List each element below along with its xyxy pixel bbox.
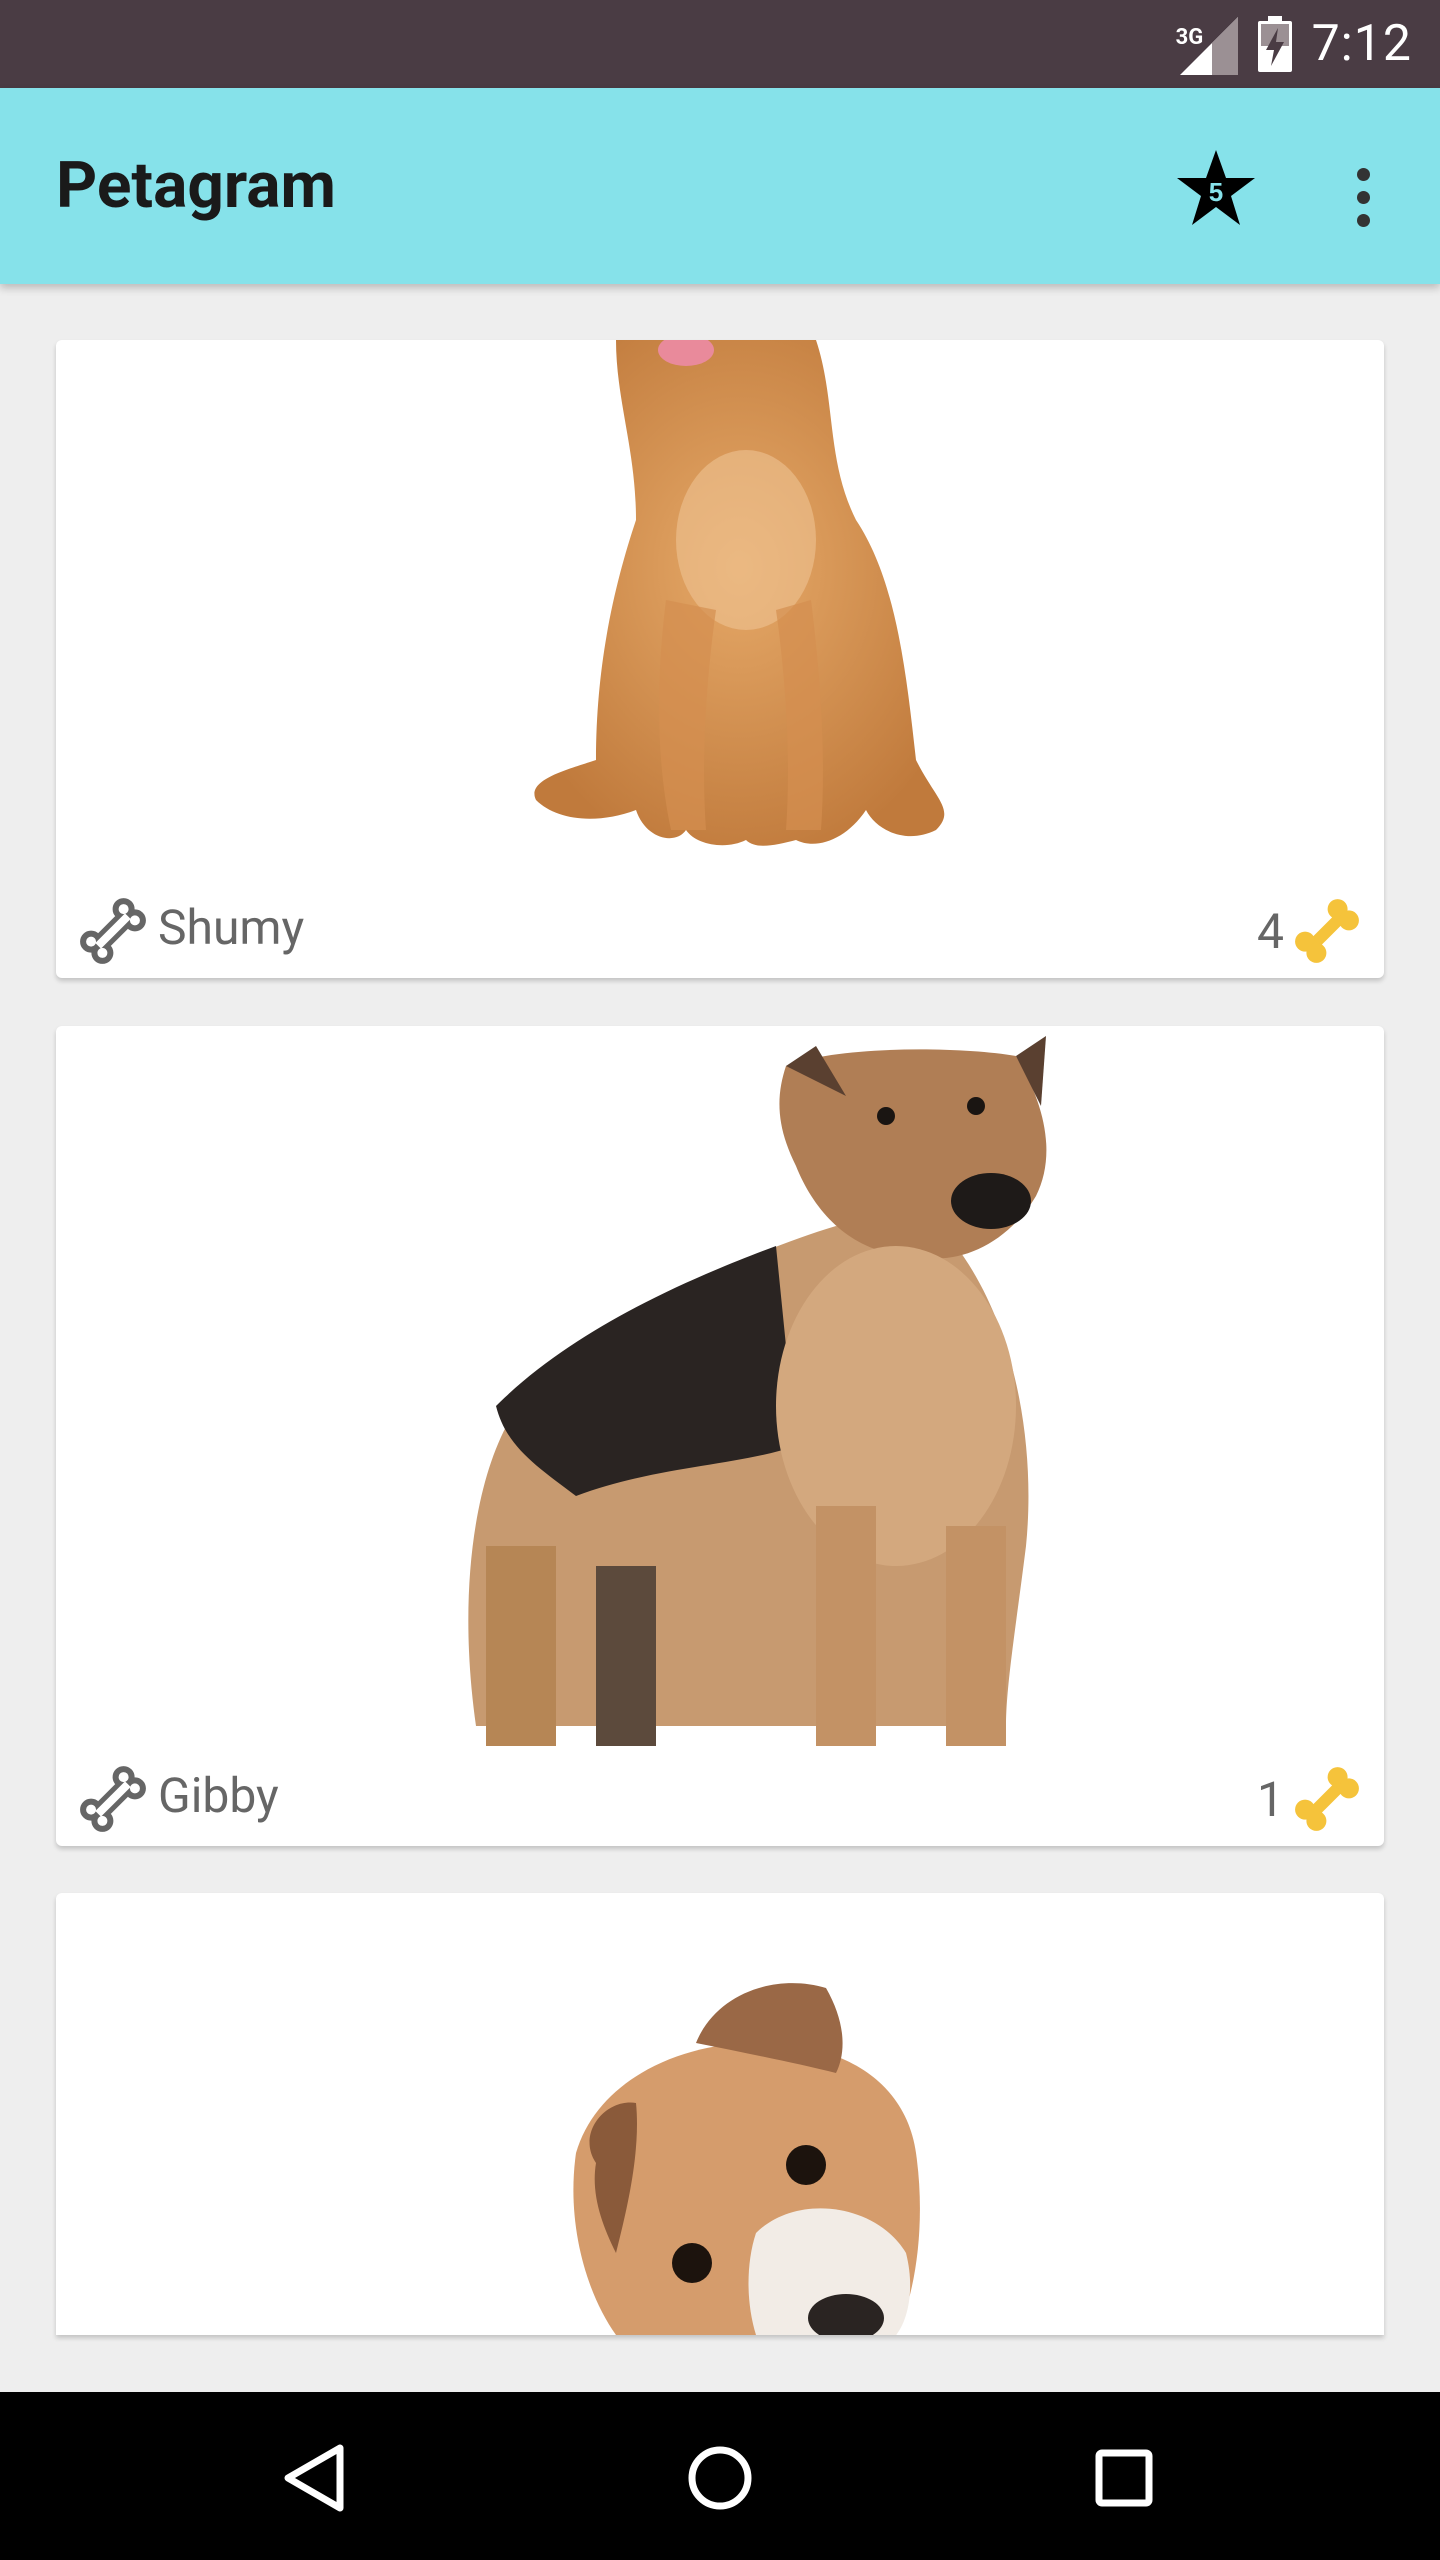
battery-icon xyxy=(1257,16,1292,72)
german-shepherd-photo xyxy=(468,1036,1047,1746)
app-title: Petagram xyxy=(56,148,336,223)
star-icon: 5 xyxy=(1177,150,1255,225)
status-bar: 3G 7:12 xyxy=(0,0,1440,88)
bone-outline-icon[interactable] xyxy=(78,896,148,966)
pet-card[interactable] xyxy=(56,1893,1384,2335)
favorites-button[interactable]: 5 xyxy=(1174,146,1258,230)
favorites-count: 5 xyxy=(1209,177,1223,207)
nav-bar xyxy=(0,2392,1440,2560)
status-icons: 3G 7:12 xyxy=(1176,0,1412,88)
bone-outline-icon[interactable] xyxy=(78,1764,148,1834)
jack-russell-terrier-photo xyxy=(573,1983,920,2335)
like-count: 4 xyxy=(1257,903,1284,960)
bone-gold-icon xyxy=(1295,1767,1359,1831)
pet-name: Shumy xyxy=(158,899,305,956)
pet-card[interactable]: Shumy 4 xyxy=(56,340,1384,978)
bone-gold-icon xyxy=(1295,899,1359,963)
recents-square-icon[interactable] xyxy=(1082,2436,1166,2520)
back-triangle-icon[interactable] xyxy=(274,2436,358,2520)
app-bar: Petagram 5 xyxy=(0,88,1440,284)
card-footer: Shumy 4 xyxy=(56,878,1384,978)
like-count: 1 xyxy=(1257,1771,1284,1828)
pet-name: Gibby xyxy=(158,1767,279,1824)
clock: 7:12 xyxy=(1311,15,1412,73)
home-circle-icon[interactable] xyxy=(678,2436,762,2520)
card-footer: Gibby 1 xyxy=(56,1746,1384,1846)
more-vert-icon[interactable] xyxy=(1330,152,1396,242)
golden-retriever-photo xyxy=(534,340,945,846)
signal-icon: 3G xyxy=(1176,13,1238,75)
pet-card[interactable]: Gibby 1 xyxy=(56,1026,1384,1846)
